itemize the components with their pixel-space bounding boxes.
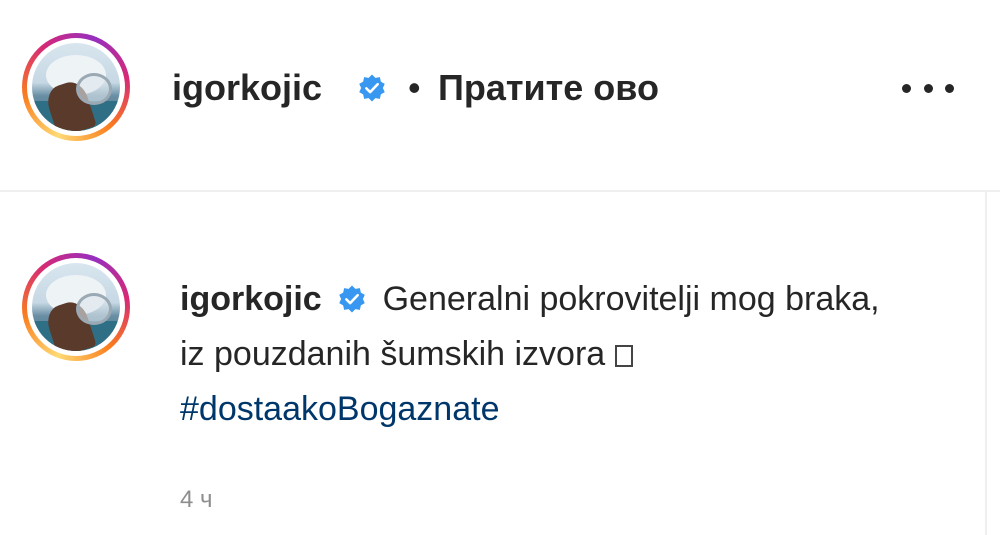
header-username[interactable]: igorkojic: [172, 67, 322, 109]
post-timestamp[interactable]: 4 ч: [180, 486, 213, 514]
emoji-placeholder-icon: [614, 345, 633, 367]
verified-badge-icon: [339, 285, 365, 313]
caption-avatar[interactable]: [22, 253, 130, 361]
post-header: igorkojic • Пратите ово: [0, 0, 1000, 192]
divider: [985, 192, 987, 535]
post-caption: igorkojic Generalni pokrovitelji mog bra…: [180, 272, 880, 437]
avatar-image: [32, 263, 120, 351]
profile-avatar[interactable]: [22, 33, 130, 141]
follow-button[interactable]: Пратите ово: [438, 67, 659, 109]
more-options-icon[interactable]: [902, 70, 954, 106]
verified-badge-icon: [359, 74, 385, 102]
hashtag-link[interactable]: #dostaakoBogaznate: [180, 390, 499, 428]
caption-username[interactable]: igorkojic: [180, 280, 322, 318]
avatar-image: [32, 43, 120, 131]
header-separator: •: [408, 67, 421, 108]
